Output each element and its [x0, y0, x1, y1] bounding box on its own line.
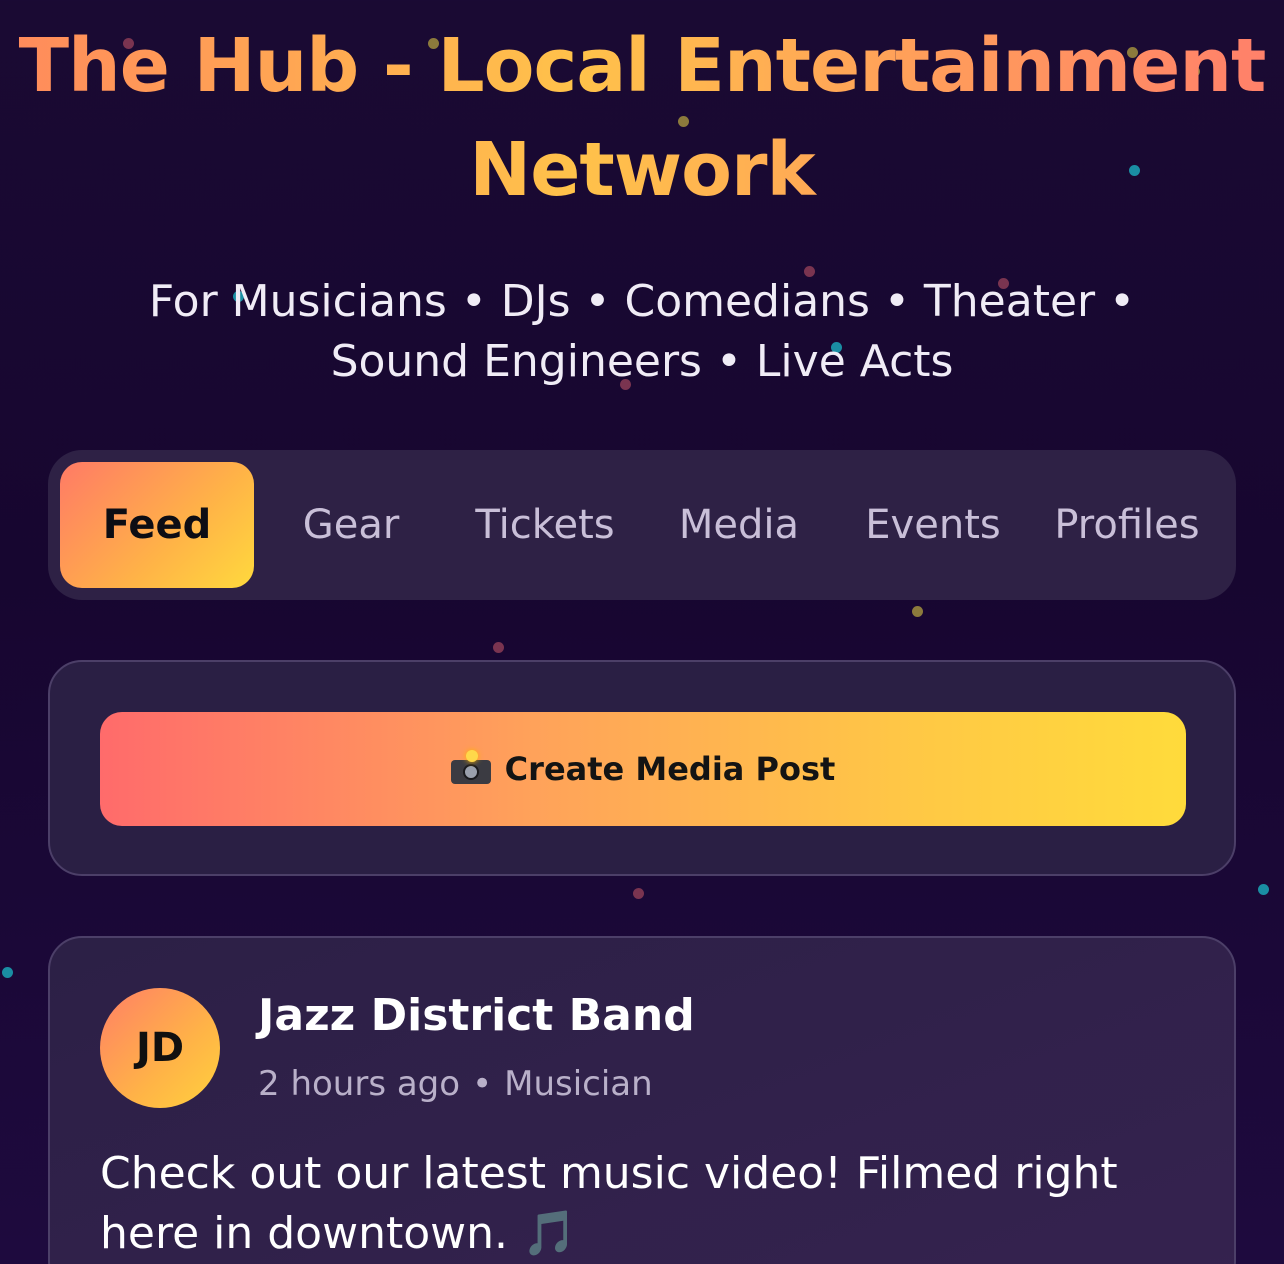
post-timestamp: 2 hours ago [258, 1064, 461, 1104]
meta-separator: • [472, 1064, 493, 1104]
avatar[interactable]: JD [100, 988, 220, 1108]
tab-events[interactable]: Events [836, 462, 1030, 588]
tab-gear[interactable]: Gear [254, 462, 448, 588]
decor-dot [2, 967, 13, 978]
post-body: Check out our latest music video! Filmed… [100, 1148, 1118, 1259]
page-title: The Hub - Local Entertainment Network [0, 14, 1284, 222]
decor-dot [493, 642, 504, 653]
post-author-role: Musician [504, 1064, 653, 1104]
tab-media[interactable]: Media [642, 462, 836, 588]
feed-post: JD Jazz District Band 2 hours ago • Musici… [48, 936, 1236, 1264]
decor-dot [633, 888, 644, 899]
decor-dot [1258, 884, 1269, 895]
create-media-post-label: Create Media Post [504, 750, 836, 788]
create-media-post-button[interactable]: Create Media Post [100, 712, 1186, 826]
post-author[interactable]: Jazz District Band [258, 990, 695, 1041]
main-tab-bar: Feed Gear Tickets Media Events Profiles [48, 450, 1236, 600]
tab-feed[interactable]: Feed [60, 462, 254, 588]
camera-flash-icon [450, 750, 491, 784]
page-subtitle: For Musicians • DJs • Comedians • Theate… [148, 276, 1136, 387]
create-post-card: Create Media Post [48, 660, 1236, 876]
tab-profiles[interactable]: Profiles [1030, 462, 1224, 588]
decor-dot [912, 606, 923, 617]
tab-tickets[interactable]: Tickets [448, 462, 642, 588]
post-meta: 2 hours ago • Musician [258, 1064, 653, 1104]
